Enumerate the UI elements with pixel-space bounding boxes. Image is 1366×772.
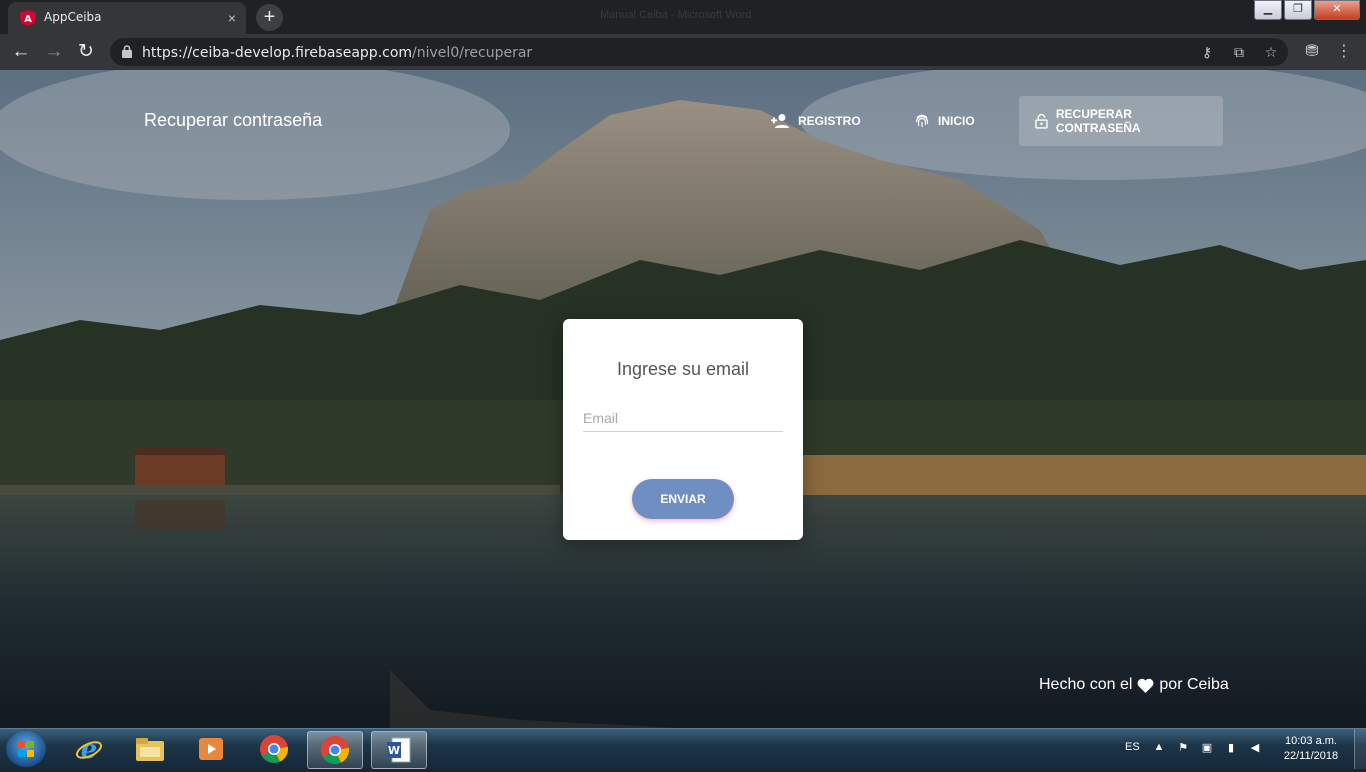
show-hidden-icons[interactable]: ▲ <box>1152 741 1166 753</box>
forward-button[interactable]: → <box>42 40 66 64</box>
page-viewport: Recuperar contraseña REGISTRO INICIO REC… <box>0 70 1366 728</box>
angular-icon: A <box>20 10 36 26</box>
heart-icon <box>1137 678 1154 693</box>
volume-icon[interactable]: ◀ <box>1248 741 1262 754</box>
taskbar-file-explorer[interactable] <box>123 731 177 767</box>
url-host: https://ceiba-develop.firebaseapp.com <box>142 45 413 61</box>
close-window-button[interactable]: ✕ <box>1314 0 1360 20</box>
translate-icon[interactable]: ⧉ <box>1230 44 1248 60</box>
network-signal-icon[interactable]: ▮ <box>1224 741 1238 754</box>
recover-card: Ingrese su email ENVIAR <box>563 319 803 540</box>
svg-text:A: A <box>24 14 32 25</box>
taskbar-internet-explorer[interactable]: e <box>62 731 116 767</box>
tab-appceiba[interactable]: A AppCeiba × <box>8 2 246 34</box>
fingerprint-icon <box>915 114 929 127</box>
internet-explorer-icon: e <box>75 735 103 764</box>
taskbar-media-player[interactable] <box>184 731 238 767</box>
svg-text:e: e <box>81 735 98 764</box>
word-icon: W <box>387 737 411 763</box>
show-desktop-button[interactable] <box>1354 729 1366 769</box>
incognito-icon[interactable]: ⛃ <box>1302 42 1322 62</box>
window-controls: ▁ ❐ ✕ <box>1252 0 1360 20</box>
language-indicator[interactable]: ES <box>1125 741 1140 753</box>
taskbar-chrome[interactable] <box>247 731 301 767</box>
minimize-button[interactable]: ▁ <box>1254 0 1282 20</box>
person-add-icon <box>771 114 789 128</box>
nav-recuperar-label: RECUPERAR CONTRASEÑA <box>1055 107 1141 135</box>
nav-inicio[interactable]: INICIO <box>898 96 991 146</box>
url-text[interactable]: https://ceiba-develop.firebaseapp.com/ni… <box>142 45 532 61</box>
nav-registro-label: REGISTRO <box>798 114 861 128</box>
taskbar-word[interactable]: W <box>371 731 427 769</box>
card-title: Ingrese su email <box>616 359 750 379</box>
clock-time: 10:03 a.m. <box>1285 735 1337 747</box>
chrome-icon <box>260 735 289 763</box>
page-title: Recuperar contraseña <box>144 110 323 130</box>
send-button[interactable]: ENVIAR <box>632 479 734 519</box>
footer-suffix: por Ceiba <box>1159 676 1229 693</box>
email-field[interactable] <box>583 405 783 432</box>
footer-credit: Hecho con el por Ceiba <box>1039 676 1229 694</box>
windows-logo-icon <box>18 741 34 757</box>
url-path: /nivel0/recuperar <box>412 45 533 61</box>
address-bar[interactable]: https://ceiba-develop.firebaseapp.com/ni… <box>110 38 1288 66</box>
window-title: Manual Ceiba - Microsoft Word <box>600 9 752 21</box>
svg-text:W: W <box>388 744 400 757</box>
start-button[interactable] <box>6 731 46 767</box>
menu-icon[interactable]: ⋮ <box>1334 42 1354 62</box>
media-player-icon <box>199 738 223 760</box>
nav-recuperar[interactable]: RECUPERAR CONTRASEÑA <box>1019 96 1223 146</box>
browser-titlebar: A AppCeiba × + Manual Ceiba - Microsoft … <box>0 0 1366 34</box>
nav-inicio-label: INICIO <box>938 114 975 128</box>
back-button[interactable]: ← <box>9 40 33 64</box>
chrome-icon <box>321 736 350 764</box>
lock-open-icon <box>1035 113 1048 129</box>
windows-taskbar: e W ES ▲ ⚑ ▣ ▮ ◀ 10:03 a.m. 22/11/2018 <box>0 728 1366 769</box>
maximize-button[interactable]: ❐ <box>1284 0 1312 20</box>
clock-date: 22/11/2018 <box>1283 750 1339 762</box>
device-icon[interactable]: ▣ <box>1200 741 1214 754</box>
nav-registro[interactable]: REGISTRO <box>754 96 877 146</box>
action-center-flag-icon[interactable]: ⚑ <box>1176 741 1190 754</box>
system-clock[interactable]: 10:03 a.m. 22/11/2018 <box>1276 734 1346 764</box>
folder-icon <box>136 738 164 761</box>
tab-title: AppCeiba <box>44 10 102 24</box>
new-tab-button[interactable]: + <box>256 4 283 31</box>
footer-prefix: Hecho con el <box>1039 676 1133 693</box>
browser-toolbar: ← → ↻ https://ceiba-develop.firebaseapp.… <box>0 34 1366 70</box>
close-tab-icon[interactable]: × <box>224 10 240 26</box>
lock-icon <box>122 45 132 58</box>
key-icon[interactable]: ⚷ <box>1198 44 1216 60</box>
reload-button[interactable]: ↻ <box>74 40 98 64</box>
taskbar-chrome-active[interactable] <box>307 731 363 769</box>
star-icon[interactable]: ☆ <box>1262 44 1280 60</box>
